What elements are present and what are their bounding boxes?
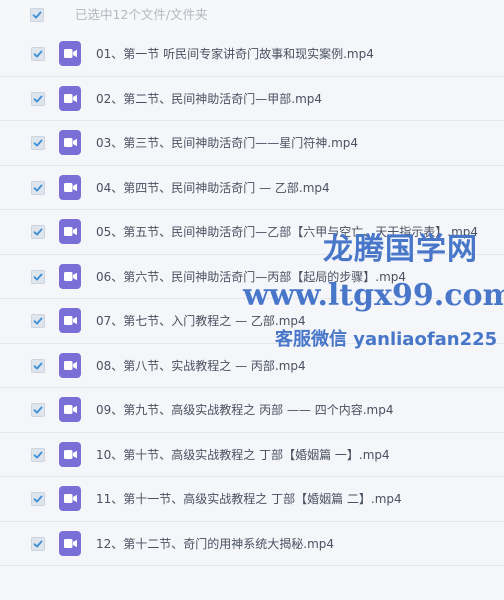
check-icon [33, 273, 43, 280]
file-checkbox[interactable] [31, 403, 45, 417]
file-row[interactable]: 10、第十节、高级实战教程之 丁部【婚姻篇 一】.mp4 [0, 432, 504, 477]
file-checkbox[interactable] [31, 492, 45, 506]
video-file-icon [59, 263, 81, 289]
file-name[interactable]: 08、第八节、实战教程之 — 丙部.mp4 [96, 358, 306, 374]
video-file-icon [59, 219, 81, 244]
video-file-icon [59, 530, 81, 556]
file-name[interactable]: 10、第十节、高级实战教程之 丁部【婚姻篇 一】.mp4 [96, 447, 390, 463]
file-checkbox[interactable] [31, 47, 45, 61]
check-icon [33, 228, 43, 236]
file-name[interactable]: 07、第七节、入门教程之 — 乙部.mp4 [96, 313, 306, 329]
video-file-icon [59, 486, 81, 511]
video-file-icon [59, 308, 81, 333]
file-row[interactable]: 06、第六节、民间神助活奇门—丙部【起局的步骤】.mp4 [0, 254, 504, 299]
file-list: 01、第一节 听民间专家讲奇门故事和现实案例.mp4 02、第二节、民间神助活奇… [0, 32, 504, 566]
file-name[interactable]: 05、第五节、民间神助活奇门—乙部【六甲与空亡、天干指示表】.mp4 [96, 224, 478, 240]
file-name[interactable]: 03、第三节、民间神助活奇门——星门符神.mp4 [96, 135, 358, 151]
select-all-checkbox[interactable] [30, 8, 44, 22]
file-row[interactable]: 08、第八节、实战教程之 — 丙部.mp4 [0, 343, 504, 388]
check-icon [33, 184, 43, 191]
check-icon [33, 50, 43, 58]
video-file-icon [59, 174, 81, 200]
file-checkbox[interactable] [31, 91, 45, 106]
file-checkbox[interactable] [31, 225, 45, 239]
file-row[interactable]: 11、第十一节、高级实战教程之 丁部【婚姻篇 二】.mp4 [0, 477, 504, 522]
file-name[interactable]: 12、第十二节、奇门的用神系统大揭秘.mp4 [96, 536, 334, 552]
file-name[interactable]: 11、第十一节、高级实战教程之 丁部【婚姻篇 二】.mp4 [96, 491, 402, 507]
check-icon [33, 139, 43, 147]
file-row[interactable]: 05、第五节、民间神助活奇门—乙部【六甲与空亡、天干指示表】.mp4 [0, 210, 504, 255]
video-file-icon [59, 130, 81, 155]
selection-count-text: 已选中12个文件/文件夹 [75, 7, 208, 22]
selection-header: 已选中12个文件/文件夹 [0, 0, 504, 32]
file-row[interactable]: 12、第十二节、奇门的用神系统大揭秘.mp4 [0, 521, 504, 566]
check-icon [33, 317, 43, 325]
check-icon [33, 540, 43, 547]
file-row[interactable]: 09、第九节、高级实战教程之 丙部 —— 四个内容.mp4 [0, 388, 504, 433]
check-icon [33, 451, 43, 458]
file-row[interactable]: 01、第一节 听民间专家讲奇门故事和现实案例.mp4 [0, 32, 504, 77]
video-file-icon [59, 441, 81, 467]
check-icon [32, 11, 42, 19]
video-file-icon [59, 397, 81, 422]
file-row[interactable]: 02、第二节、民间神助活奇门—甲部.mp4 [0, 76, 504, 121]
file-checkbox[interactable] [31, 314, 45, 328]
file-name[interactable]: 09、第九节、高级实战教程之 丙部 —— 四个内容.mp4 [96, 402, 393, 418]
check-icon [33, 95, 43, 102]
file-name[interactable]: 02、第二节、民间神助活奇门—甲部.mp4 [96, 91, 322, 107]
file-row[interactable]: 03、第三节、民间神助活奇门——星门符神.mp4 [0, 121, 504, 166]
check-icon [33, 495, 43, 503]
file-checkbox[interactable] [31, 358, 45, 373]
video-file-icon [59, 352, 81, 378]
file-checkbox[interactable] [31, 136, 45, 150]
file-checkbox[interactable] [31, 536, 45, 551]
video-file-icon [59, 41, 81, 66]
file-name[interactable]: 06、第六节、民间神助活奇门—丙部【起局的步骤】.mp4 [96, 269, 406, 285]
file-name[interactable]: 01、第一节 听民间专家讲奇门故事和现实案例.mp4 [96, 46, 374, 62]
file-name[interactable]: 04、第四节、民间神助活奇门 — 乙部.mp4 [96, 180, 330, 196]
check-icon [33, 362, 43, 369]
check-icon [33, 406, 43, 414]
video-file-icon [59, 85, 81, 111]
file-row[interactable]: 07、第七节、入门教程之 — 乙部.mp4 [0, 299, 504, 344]
file-checkbox[interactable] [31, 180, 45, 195]
file-row[interactable]: 04、第四节、民间神助活奇门 — 乙部.mp4 [0, 165, 504, 210]
file-checkbox[interactable] [31, 447, 45, 462]
file-checkbox[interactable] [31, 269, 45, 284]
